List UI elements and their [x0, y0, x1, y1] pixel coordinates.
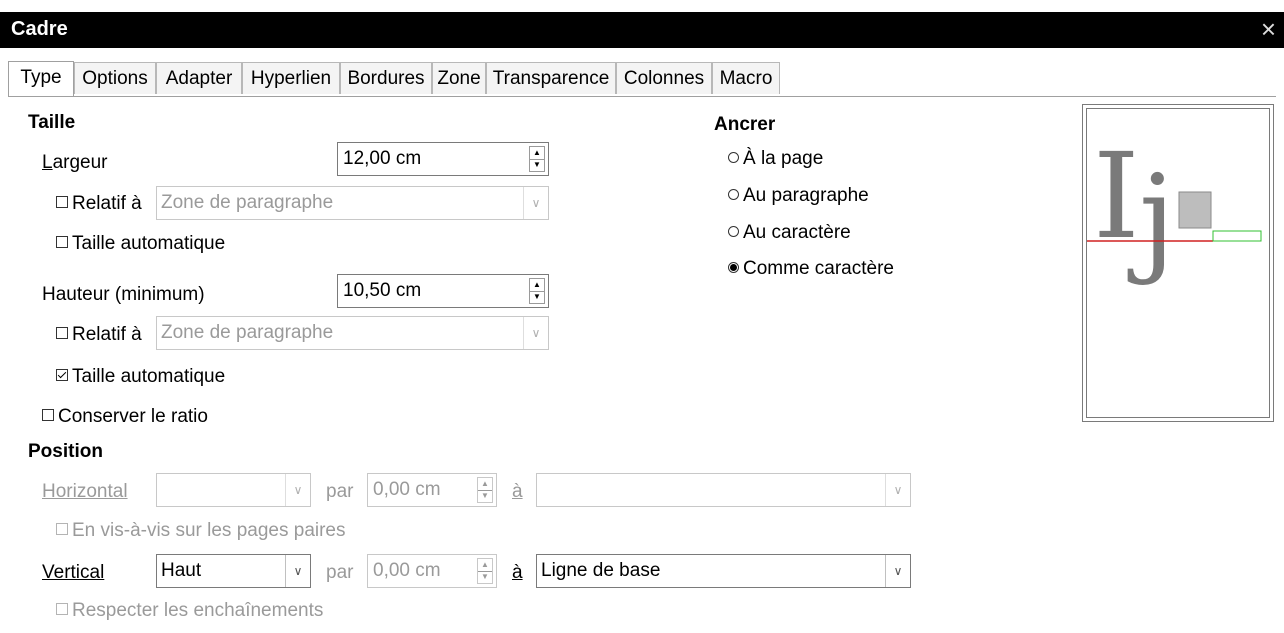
width-value: 12,00 cm: [343, 148, 422, 169]
height-spin-buttons[interactable]: ▲ ▼: [529, 278, 545, 304]
anchor-as-character-radio[interactable]: Comme caractère: [728, 258, 894, 280]
horizontal-by-spin[interactable]: 0,00 cm ▲ ▼: [367, 473, 497, 507]
tab-macro[interactable]: Macro: [712, 62, 780, 94]
vertical-by-value: 0,00 cm: [373, 560, 441, 581]
height-relative-dropdown[interactable]: Zone de paragraphe ∨: [156, 316, 549, 350]
horizontal-label: Horizontal: [42, 481, 128, 502]
tab-zone[interactable]: Zone: [432, 62, 486, 94]
anchor-preview: I j: [1082, 104, 1274, 422]
chevron-down-icon[interactable]: ∨: [523, 317, 548, 349]
checkbox-box[interactable]: [56, 603, 68, 615]
checkbox-box[interactable]: [56, 327, 68, 339]
vertical-by-spin[interactable]: 0,00 cm ▲ ▼: [367, 554, 497, 588]
horizontal-by-spin-buttons[interactable]: ▲ ▼: [477, 477, 493, 503]
horizontal-dropdown[interactable]: ∨: [156, 473, 311, 507]
chevron-down-icon[interactable]: ∨: [285, 474, 310, 506]
horizontal-to-dropdown[interactable]: ∨: [536, 473, 911, 507]
checkbox-box[interactable]: [56, 236, 68, 248]
width-auto-label: Taille automatique: [72, 233, 226, 254]
keep-ratio-label: Conserver le ratio: [58, 406, 208, 427]
tab-transparence[interactable]: Transparence: [486, 62, 616, 94]
checkbox-box[interactable]: [42, 409, 54, 421]
spin-down-icon[interactable]: ▼: [478, 490, 492, 502]
preview-page: I j: [1086, 108, 1270, 418]
anchor-paragraph-radio[interactable]: Au paragraphe: [728, 185, 869, 207]
vertical-value: Haut: [161, 560, 202, 581]
chevron-down-icon[interactable]: ∨: [885, 555, 910, 587]
height-value: 10,50 cm: [343, 280, 422, 301]
height-label: Hauteur (minimum): [42, 284, 205, 305]
height-relative-label: Relatif à: [72, 324, 142, 345]
vertical-by-label: par: [326, 562, 354, 583]
width-label-mnemonic: L: [42, 152, 53, 173]
width-relative-label: Relatif à: [72, 193, 142, 214]
radio-button[interactable]: [728, 152, 739, 163]
tab-separator: [8, 96, 1276, 97]
vertical-label: Vertical: [42, 562, 105, 583]
tab-hyperlien[interactable]: Hyperlien: [242, 62, 340, 94]
width-auto-checkbox[interactable]: Taille automatique: [56, 233, 225, 255]
chevron-down-icon[interactable]: ∨: [885, 474, 910, 506]
radio-button[interactable]: [728, 189, 739, 200]
mirror-label: En vis-à-vis sur les pages paires: [72, 520, 346, 541]
width-label: Largeur: [42, 152, 108, 174]
anchor-heading: Ancrer: [714, 114, 776, 135]
tab-colonnes[interactable]: Colonnes: [616, 62, 712, 94]
anchor-page-radio[interactable]: À la page: [728, 148, 823, 170]
checkbox-box[interactable]: [56, 523, 68, 535]
preview-glyph-i: I: [1093, 127, 1140, 265]
preview-canvas: I j: [1087, 127, 1262, 287]
width-relative-value: Zone de paragraphe: [161, 192, 334, 213]
horizontal-by-label: par: [326, 481, 354, 502]
anchor-as-character-label: Comme caractère: [743, 258, 894, 279]
height-relative-value: Zone de paragraphe: [161, 322, 334, 343]
vertical-to-label: à: [512, 562, 523, 583]
spin-down-icon[interactable]: ▼: [530, 159, 544, 171]
mirror-checkbox[interactable]: En vis-à-vis sur les pages paires: [56, 520, 346, 542]
height-auto-checkbox[interactable]: Taille automatique: [56, 366, 225, 388]
vertical-to-value: Ligne de base: [541, 560, 661, 581]
height-auto-label: Taille automatique: [72, 366, 226, 387]
width-spin-field[interactable]: 12,00 cm ▲ ▼: [337, 142, 549, 176]
anchor-character-label: Au caractère: [743, 222, 851, 243]
height-spin-field[interactable]: 10,50 cm ▲ ▼: [337, 274, 549, 308]
width-spin-buttons[interactable]: ▲ ▼: [529, 146, 545, 172]
spin-down-icon[interactable]: ▼: [478, 571, 492, 583]
title-bar: Cadre ×: [0, 12, 1284, 48]
anchor-paragraph-label: Au paragraphe: [743, 185, 869, 206]
radio-button[interactable]: [728, 226, 739, 237]
tab-options[interactable]: Options: [74, 62, 156, 94]
checkbox-box-checked[interactable]: [56, 369, 68, 381]
height-relative-checkbox[interactable]: Relatif à: [56, 324, 142, 346]
width-relative-dropdown[interactable]: Zone de paragraphe ∨: [156, 186, 549, 220]
vertical-to-dropdown[interactable]: Ligne de base ∨: [536, 554, 911, 588]
tab-type[interactable]: Type: [8, 61, 74, 97]
chevron-down-icon[interactable]: ∨: [523, 187, 548, 219]
close-icon[interactable]: ×: [1261, 14, 1276, 44]
chevron-down-icon[interactable]: ∨: [285, 555, 310, 587]
width-label-text: argeur: [52, 152, 108, 173]
preview-paragraph: [1212, 230, 1262, 242]
checkbox-box[interactable]: [56, 196, 68, 208]
follow-flow-label: Respecter les enchaînements: [72, 600, 324, 621]
window-title: Cadre: [11, 18, 68, 40]
keep-ratio-checkbox[interactable]: Conserver le ratio: [42, 406, 208, 428]
size-heading: Taille: [28, 112, 76, 133]
vertical-by-spin-buttons[interactable]: ▲ ▼: [477, 558, 493, 584]
width-relative-checkbox[interactable]: Relatif à: [56, 193, 142, 215]
horizontal-to-label: à: [512, 481, 523, 502]
spin-down-icon[interactable]: ▼: [530, 291, 544, 303]
anchor-page-label: À la page: [743, 148, 824, 169]
anchor-character-radio[interactable]: Au caractère: [728, 222, 851, 244]
tab-bordures[interactable]: Bordures: [340, 62, 432, 94]
vertical-dropdown[interactable]: Haut ∨: [156, 554, 311, 588]
horizontal-by-value: 0,00 cm: [373, 479, 441, 500]
follow-flow-checkbox[interactable]: Respecter les enchaînements: [56, 600, 323, 622]
position-heading: Position: [28, 441, 103, 462]
radio-button-selected[interactable]: [728, 262, 739, 273]
preview-frame: [1178, 191, 1212, 229]
tab-adapter[interactable]: Adapter: [156, 62, 242, 94]
